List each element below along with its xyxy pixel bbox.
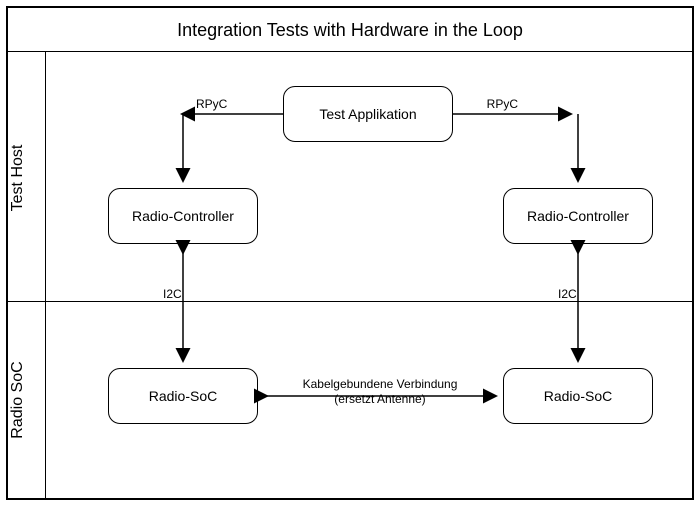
connection-overlay: RPyC RPyC I2C I2C Kabelgebundene Verbind… — [8, 8, 692, 498]
edge-rpyc-left: RPyC — [183, 97, 283, 180]
lane-label-radio-soc: Radio SoC — [9, 361, 27, 438]
label-cable-line1: Kabelgebundene Verbindung — [303, 377, 458, 391]
label-cable-line2: (ersetzt Antenne) — [334, 392, 425, 406]
label-i2c-right: I2C — [558, 287, 577, 301]
edge-i2c-right: I2C — [558, 252, 578, 360]
lane-header-separator — [45, 51, 46, 498]
label-i2c-left: I2C — [163, 287, 182, 301]
label-rpyc-right: RPyC — [487, 97, 519, 111]
edge-rpyc-right: RPyC — [453, 97, 578, 180]
edge-cable: Kabelgebundene Verbindung (ersetzt Anten… — [266, 377, 495, 406]
node-test-applikation: Test Applikation — [283, 86, 453, 142]
node-radio-controller-left: Radio-Controller — [108, 188, 258, 244]
title-separator — [8, 51, 692, 52]
diagram-title: Integration Tests with Hardware in the L… — [8, 20, 692, 41]
lane-separator — [8, 301, 692, 302]
label-rpyc-left: RPyC — [196, 97, 228, 111]
node-radio-controller-right: Radio-Controller — [503, 188, 653, 244]
edge-i2c-left: I2C — [163, 252, 183, 360]
diagram-frame: Integration Tests with Hardware in the L… — [6, 6, 694, 500]
lane-label-test-host: Test Host — [9, 145, 27, 212]
node-radio-soc-right: Radio-SoC — [503, 368, 653, 424]
node-radio-soc-left: Radio-SoC — [108, 368, 258, 424]
